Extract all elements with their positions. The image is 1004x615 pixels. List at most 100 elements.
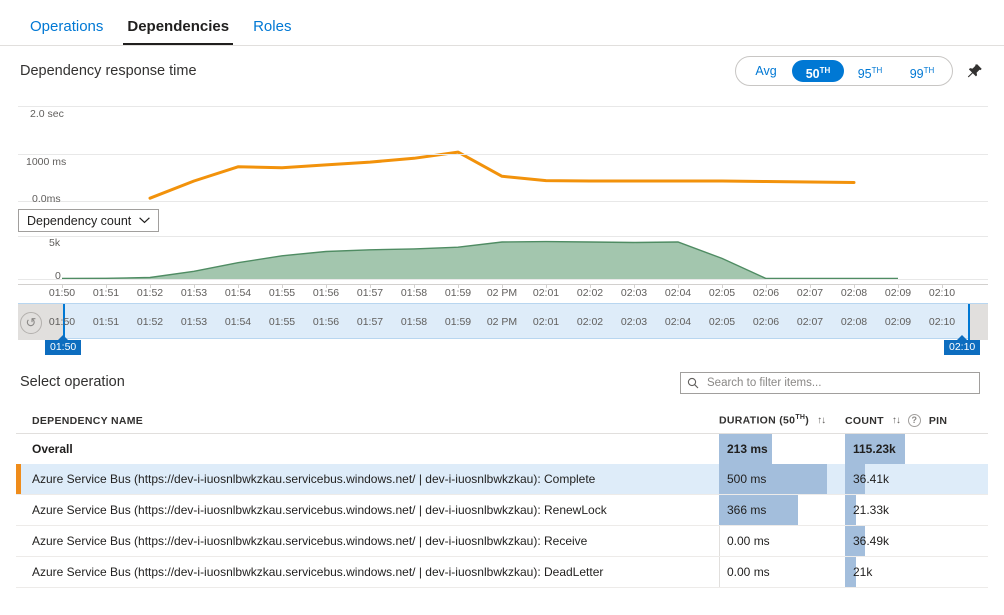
- brush-tick-label: 02:06: [752, 316, 780, 328]
- time-axis-tick-label: 01:54: [224, 287, 252, 299]
- percentile-99th[interactable]: 99TH: [896, 60, 948, 82]
- percentile-95th-label: 95: [857, 67, 872, 82]
- percentile-avg-label: Avg: [755, 64, 777, 78]
- column-header-duration-label: DURATION (50TH): [719, 414, 810, 427]
- column-header-count-label: COUNT: [845, 414, 884, 427]
- brush-tick-label: 02:05: [708, 316, 736, 328]
- brush-right-handle[interactable]: [968, 304, 970, 340]
- cell-count-value: 36.49k: [853, 534, 890, 548]
- brush-tick-label: 01:50: [48, 316, 76, 328]
- brush-right-pad: [970, 304, 988, 340]
- time-axis-tick-label: 02:08: [840, 287, 868, 299]
- cell-dependency-name: Azure Service Bus (https://dev-i-iuosnlb…: [32, 472, 596, 486]
- time-axis-tick-label: 02:03: [620, 287, 648, 299]
- brush-tick-label: 01:59: [444, 316, 472, 328]
- column-header-count[interactable]: COUNT ↑↓ ? PIN: [845, 414, 988, 427]
- brush-tick-label: 02:01: [532, 316, 560, 328]
- brush-tick-label: 02:07: [796, 316, 824, 328]
- percentile-50th-sup: TH: [819, 66, 831, 75]
- time-axis-tick-label: 02:09: [884, 287, 912, 299]
- cell-duration-value: 500 ms: [727, 472, 767, 486]
- pin-glyph: [967, 63, 982, 77]
- cell-dependency-name: Azure Service Bus (https://dev-i-iuosnlb…: [32, 534, 588, 548]
- time-axis-tick-label: 01:55: [268, 287, 296, 299]
- tab-dependencies[interactable]: Dependencies: [117, 12, 239, 45]
- brush-tick-label: 02:02: [576, 316, 604, 328]
- y-axis-label-1000ms: 1000 ms: [26, 156, 67, 168]
- cell-duration-value: 0.00 ms: [727, 534, 770, 548]
- percentile-selector: Avg 50TH 95TH 99TH: [735, 56, 953, 86]
- sort-count-icon[interactable]: ↑↓: [892, 415, 901, 426]
- pin-icon[interactable]: [965, 62, 984, 81]
- y-axis-label-0ms: 0.0ms: [32, 193, 61, 205]
- help-icon[interactable]: ?: [907, 414, 921, 427]
- time-axis-tick-label: 02:01: [532, 287, 560, 299]
- search-filter-box[interactable]: [680, 372, 980, 394]
- cell-count-value: 115.23k: [853, 442, 896, 456]
- metric-dropdown-value: Dependency count: [27, 213, 132, 228]
- y-axis-label-2sec: 2.0 sec: [30, 108, 64, 120]
- brush-left-marker-label: 01:50: [45, 340, 82, 355]
- brush-tick-label: 02 PM: [486, 316, 518, 328]
- brush-tick-label: 01:56: [312, 316, 340, 328]
- brush-tick-label: 02:10: [928, 316, 956, 328]
- time-axis-tick-label: 02:02: [576, 287, 604, 299]
- table-row[interactable]: Azure Service Bus (https://dev-i-iuosnlb…: [16, 495, 988, 526]
- time-axis-tick-label: 01:56: [312, 287, 340, 299]
- search-icon: [687, 377, 699, 389]
- sort-duration-icon[interactable]: ↑↓: [817, 415, 826, 426]
- brush-right-marker-label: 02:10: [944, 340, 981, 355]
- chevron-down-icon: [139, 217, 151, 224]
- cell-duration: 0.00 ms: [719, 557, 845, 587]
- chart-title: Dependency response time: [20, 63, 197, 79]
- table-row[interactable]: Azure Service Bus (https://dev-i-iuosnlb…: [16, 526, 988, 557]
- column-header-duration[interactable]: DURATION (50TH) ↑↓: [719, 414, 845, 427]
- brush-tick-label: 01:57: [356, 316, 384, 328]
- brush-tick-label: 02:04: [664, 316, 692, 328]
- response-time-line: [148, 150, 856, 200]
- time-axis-tick-label: 02 PM: [486, 287, 518, 299]
- dependency-table: DEPENDENCY NAME DURATION (50TH) ↑↓ COUNT…: [16, 408, 988, 588]
- reset-time-range-icon[interactable]: ↺: [20, 312, 42, 334]
- gridline-5k: [18, 236, 988, 237]
- percentile-50th[interactable]: 50TH: [792, 60, 844, 82]
- column-header-dependency-name[interactable]: DEPENDENCY NAME: [16, 415, 719, 427]
- dependencies-page: Operations Dependencies Roles Dependency…: [0, 0, 1004, 615]
- search-input[interactable]: [705, 376, 973, 390]
- metric-dropdown[interactable]: Dependency count: [18, 209, 160, 232]
- tab-operations[interactable]: Operations: [20, 12, 113, 45]
- cell-count: 115.23k: [845, 434, 988, 464]
- percentile-95th[interactable]: 95TH: [844, 60, 896, 82]
- gridline-1000ms: [18, 154, 988, 155]
- cell-count-value: 21k: [853, 565, 873, 579]
- cell-duration-value: 366 ms: [727, 503, 767, 517]
- time-axis-tick-label: 02:04: [664, 287, 692, 299]
- time-axis-tick-label: 02:05: [708, 287, 736, 299]
- cell-duration-value: 0.00 ms: [727, 565, 770, 579]
- gridline-0ms: [18, 201, 988, 202]
- column-header-pin: PIN: [928, 414, 948, 427]
- chart-header-controls: Avg 50TH 95TH 99TH: [735, 56, 984, 86]
- cell-dependency-name: Azure Service Bus (https://dev-i-iuosnlb…: [32, 565, 604, 579]
- gridline-2sec: [18, 106, 988, 107]
- percentile-50th-label: 50: [805, 67, 820, 82]
- table-header-row: DEPENDENCY NAME DURATION (50TH) ↑↓ COUNT…: [16, 408, 988, 434]
- brush-tick-label: 01:54: [224, 316, 252, 328]
- cell-dependency-name: Overall: [32, 442, 73, 456]
- time-axis-tick-label: 01:57: [356, 287, 384, 299]
- select-operation-title: Select operation: [20, 374, 125, 390]
- table-row[interactable]: Azure Service Bus (https://dev-i-iuosnlb…: [16, 557, 988, 588]
- cell-count: 36.49k: [845, 526, 988, 556]
- time-range-brush[interactable]: 01:50 01:51 01:52 01:53 01:54 01:55 01:56 01:57…: [18, 303, 988, 340]
- percentile-avg[interactable]: Avg: [740, 60, 792, 82]
- cell-count: 21.33k: [845, 495, 988, 525]
- brush-tick-label: 02:08: [840, 316, 868, 328]
- table-row[interactable]: Overall 213 ms 115.23k: [16, 434, 988, 464]
- cell-duration: 213 ms: [719, 434, 845, 464]
- tab-roles[interactable]: Roles: [243, 12, 301, 45]
- percentile-99th-sup: TH: [923, 66, 935, 75]
- table-row[interactable]: Azure Service Bus (https://dev-i-iuosnlb…: [16, 464, 988, 495]
- dependency-response-time-chart: 2.0 sec 1000 ms 0.0ms: [0, 96, 1004, 208]
- dependency-count-chart: 5k 0: [0, 232, 1004, 284]
- cell-count: 21k: [845, 557, 988, 587]
